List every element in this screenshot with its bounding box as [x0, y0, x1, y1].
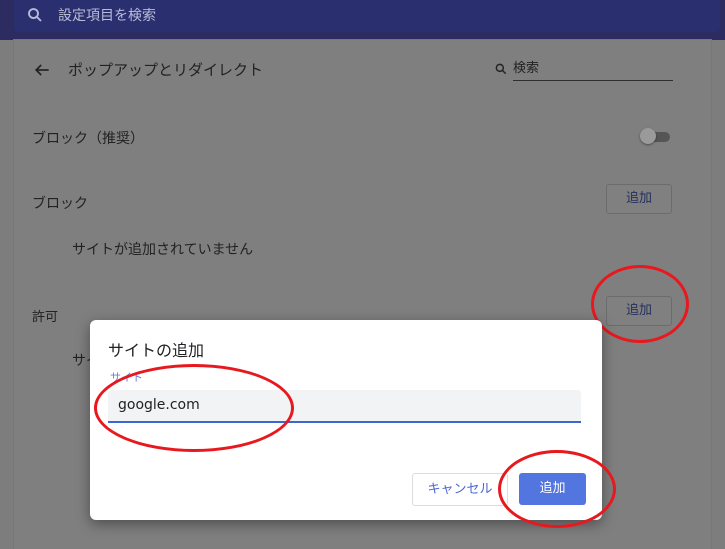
toggle-knob: [640, 128, 656, 144]
search-icon: [495, 63, 507, 75]
site-search-input[interactable]: 検索: [513, 58, 673, 81]
block-section-label: ブロック: [32, 196, 88, 212]
block-toggle-label: ブロック（推奨）: [32, 131, 144, 147]
block-add-button[interactable]: 追加: [606, 184, 672, 214]
top-toolbar: 設定項目を検索: [0, 0, 725, 40]
block-toggle[interactable]: [640, 128, 670, 144]
add-button[interactable]: 追加: [519, 473, 586, 505]
allow-add-button[interactable]: 追加: [606, 296, 672, 326]
block-empty-text: サイトが追加されていません: [72, 242, 254, 258]
dialog-title: サイトの追加: [108, 341, 205, 360]
allow-section-label: 許可: [32, 310, 59, 325]
add-site-dialog: サイトの追加 サイト google.com キャンセル 追加: [90, 320, 602, 520]
settings-search-placeholder: 設定項目を検索: [58, 8, 156, 24]
arrow-back-icon[interactable]: [32, 60, 52, 80]
search-icon: [28, 8, 42, 22]
page-title: ポップアップとリダイレクト: [68, 61, 264, 79]
settings-search-box[interactable]: 設定項目を検索: [14, 0, 720, 32]
cancel-button[interactable]: キャンセル: [412, 473, 508, 506]
site-input-value: google.com: [118, 397, 200, 413]
site-input[interactable]: google.com: [108, 390, 581, 423]
site-field-label: サイト: [110, 371, 143, 384]
